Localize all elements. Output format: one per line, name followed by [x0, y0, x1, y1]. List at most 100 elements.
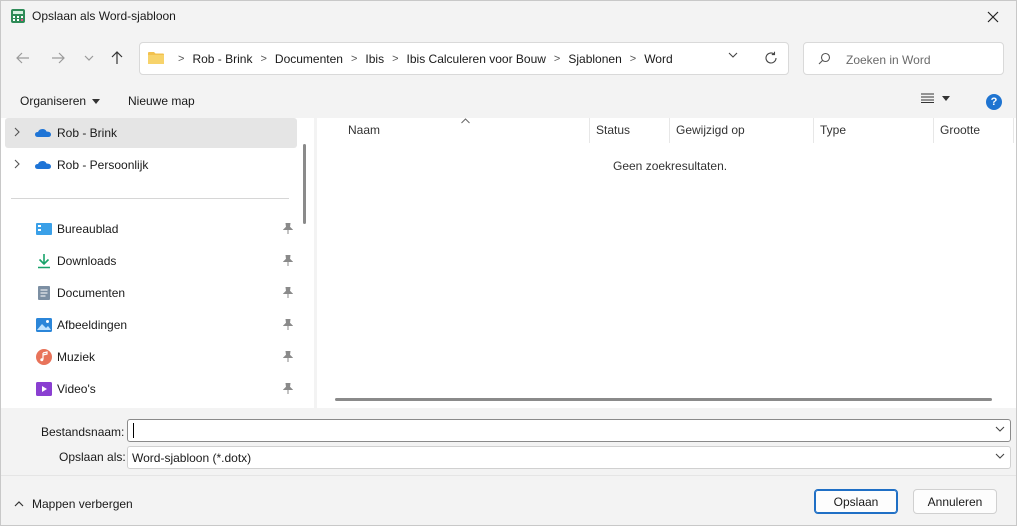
- nav-item-label: Documenten: [57, 286, 126, 300]
- breadcrumb-separator-icon[interactable]: >: [630, 53, 636, 65]
- nav-item-videos[interactable]: Video's: [1, 374, 301, 404]
- divider: [11, 198, 289, 199]
- filename-label: Bestandsnaam:: [41, 425, 125, 439]
- forward-button[interactable]: [47, 47, 69, 69]
- breadcrumb-item[interactable]: Sjablonen: [568, 52, 621, 66]
- search-box[interactable]: [803, 42, 1004, 75]
- pin-icon[interactable]: [283, 223, 293, 234]
- up-button[interactable]: [106, 47, 128, 69]
- filetype-label: Opslaan als:: [59, 450, 126, 464]
- column-header-status[interactable]: Status: [596, 123, 630, 137]
- arrow-right-icon: [52, 52, 65, 64]
- breadcrumb-separator-icon[interactable]: >: [554, 53, 560, 65]
- cancel-button[interactable]: Annuleren: [913, 489, 997, 514]
- address-history-chevron-icon[interactable]: [728, 52, 738, 58]
- filetype-select[interactable]: Word-sjabloon (*.dotx): [127, 446, 1011, 469]
- breadcrumb-separator-icon[interactable]: >: [392, 53, 398, 65]
- save-button[interactable]: Opslaan: [814, 489, 898, 514]
- save-dialog: Opslaan als Word-sjabloon > Rob - Brink …: [0, 0, 1017, 526]
- video-icon: [36, 382, 52, 396]
- filename-field[interactable]: [127, 419, 1011, 442]
- hide-folders-label: Mappen verbergen: [32, 497, 133, 511]
- folder-icon: [148, 52, 164, 64]
- filetype-value: Word-sjabloon (*.dotx): [132, 451, 252, 465]
- column-header-name[interactable]: Naam: [348, 123, 380, 137]
- nav-item-label: Rob - Brink: [57, 126, 118, 140]
- horizontal-scrollbar[interactable]: [335, 398, 992, 401]
- help-button[interactable]: ?: [986, 94, 1002, 110]
- document-icon: [38, 286, 50, 300]
- search-input[interactable]: [844, 49, 998, 71]
- nav-item-rob-brink[interactable]: Rob - Brink: [5, 118, 297, 148]
- text-cursor: [133, 423, 134, 438]
- command-bar: Organiseren Nieuwe map ?: [1, 87, 1016, 117]
- column-header-type[interactable]: Type: [820, 123, 846, 137]
- pin-icon[interactable]: [283, 255, 293, 266]
- nav-item-label: Video's: [57, 382, 96, 396]
- nav-item-bureaublad[interactable]: Bureaublad: [1, 214, 301, 244]
- refresh-icon[interactable]: [764, 51, 778, 65]
- breadcrumb: > Rob - Brink > Documenten > Ibis > Ibis…: [170, 43, 673, 74]
- close-icon: [987, 11, 999, 22]
- chevron-down-icon: [84, 55, 94, 61]
- nav-item-downloads[interactable]: Downloads: [1, 246, 301, 276]
- chevron-up-icon: [14, 501, 24, 507]
- onedrive-icon: [35, 129, 51, 137]
- nav-item-label: Downloads: [57, 254, 117, 268]
- music-icon: [36, 349, 52, 365]
- breadcrumb-item[interactable]: Ibis: [365, 52, 384, 66]
- new-folder-button[interactable]: Nieuwe map: [128, 94, 195, 108]
- pin-icon[interactable]: [283, 287, 293, 298]
- nav-item-label: Afbeeldingen: [57, 318, 128, 332]
- column-header-modified[interactable]: Gewijzigd op: [676, 123, 745, 137]
- breadcrumb-separator-icon: >: [178, 52, 185, 65]
- breadcrumb-item[interactable]: Rob - Brink: [192, 52, 252, 66]
- nav-item-label: Bureaublad: [57, 222, 119, 236]
- column-divider[interactable]: [813, 118, 814, 143]
- address-bar[interactable]: > Rob - Brink > Documenten > Ibis > Ibis…: [139, 42, 789, 75]
- title-bar: Opslaan als Word-sjabloon: [1, 1, 1016, 32]
- nav-item-label: Muziek: [57, 350, 96, 364]
- breadcrumb-separator-icon[interactable]: >: [351, 53, 357, 65]
- nav-item-documenten[interactable]: Documenten: [1, 278, 301, 308]
- breadcrumb-separator-icon[interactable]: >: [260, 53, 266, 65]
- hide-folders-toggle[interactable]: Mappen verbergen: [14, 497, 133, 511]
- column-divider[interactable]: [933, 118, 934, 143]
- organize-label: Organiseren: [20, 94, 87, 108]
- chevron-down-icon[interactable]: [995, 426, 1005, 432]
- empty-message: Geen zoekresultaten.: [613, 159, 728, 173]
- pin-icon[interactable]: [283, 383, 293, 394]
- file-list: Naam Status Gewijzigd op Type Grootte Ge…: [317, 118, 1016, 408]
- close-button[interactable]: [970, 1, 1016, 32]
- onedrive-icon: [35, 161, 51, 169]
- view-options-button[interactable]: [921, 93, 950, 103]
- nav-item-rob-persoonlijk[interactable]: Rob - Persoonlijk: [5, 150, 297, 180]
- caret-down-icon: [92, 98, 101, 104]
- column-divider[interactable]: [669, 118, 670, 143]
- navigation-toolbar: > Rob - Brink > Documenten > Ibis > Ibis…: [1, 39, 1016, 79]
- dialog-footer: Mappen verbergen Opslaan Annuleren: [1, 475, 1016, 525]
- nav-item-label: Rob - Persoonlijk: [57, 158, 149, 172]
- calculator-app-icon: [11, 9, 25, 23]
- back-button[interactable]: [12, 47, 34, 69]
- navigation-pane: Rob - Brink Rob - Persoonlijk Bureaublad…: [1, 118, 314, 408]
- window-title: Opslaan als Word-sjabloon: [32, 9, 176, 23]
- column-divider[interactable]: [589, 118, 590, 143]
- nav-scrollbar[interactable]: [303, 144, 306, 224]
- column-divider[interactable]: [1013, 118, 1014, 143]
- chevron-down-icon[interactable]: [995, 453, 1005, 459]
- arrow-left-icon: [16, 52, 29, 64]
- chevron-right-icon[interactable]: [14, 159, 20, 169]
- nav-item-afbeeldingen[interactable]: Afbeeldingen: [1, 310, 301, 340]
- pin-icon[interactable]: [283, 351, 293, 362]
- breadcrumb-item[interactable]: Ibis Calculeren voor Bouw: [407, 52, 546, 66]
- organize-menu[interactable]: Organiseren: [20, 94, 101, 108]
- breadcrumb-item[interactable]: Documenten: [275, 52, 343, 66]
- pin-icon[interactable]: [283, 319, 293, 330]
- nav-item-muziek[interactable]: Muziek: [1, 342, 301, 372]
- column-header-size[interactable]: Grootte: [940, 123, 980, 137]
- breadcrumb-item[interactable]: Word: [644, 52, 672, 66]
- recent-locations-button[interactable]: [78, 47, 100, 69]
- chevron-right-icon[interactable]: [14, 127, 20, 137]
- list-view-icon: [921, 93, 934, 103]
